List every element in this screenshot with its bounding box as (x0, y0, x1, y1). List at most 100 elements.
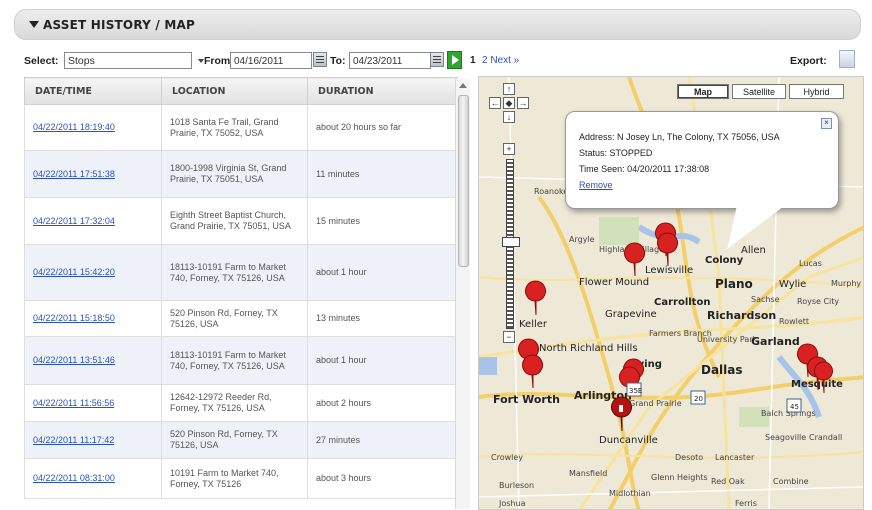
map-label: Desoto (675, 453, 704, 462)
stops-table: DATE/TIME LOCATION DURATION 04/22/2011 1… (24, 77, 458, 499)
datetime-link[interactable]: 04/22/2011 17:51:38 (24, 150, 162, 198)
duration-cell: about 20 hours so far (307, 104, 458, 151)
map-label: Lucas (799, 259, 822, 268)
location-cell: 1018 Santa Fe Trail, Grand Prairie, TX 7… (161, 104, 308, 151)
map-label: Dallas (701, 363, 743, 377)
map-label: Seagoville (765, 433, 807, 442)
map-label: Lewisville (645, 265, 694, 276)
map-view[interactable]: Map Satellite Hybrid ↑ ← ◆ → ↓ + − Roano… (478, 76, 864, 510)
pan-center-icon[interactable]: ◆ (503, 97, 515, 109)
zoom-out-icon[interactable]: − (503, 331, 515, 343)
map-label: Midlothian (609, 489, 651, 498)
select-dropdown[interactable]: Stops (64, 52, 192, 69)
map-type-satellite-button[interactable]: Satellite (732, 84, 786, 99)
datetime-link[interactable]: 04/22/2011 18:19:40 (24, 104, 162, 151)
datetime-link[interactable]: 04/22/2011 11:17:42 (24, 421, 162, 459)
map-label: Red Oak (711, 477, 745, 486)
map-label: Richardson (707, 309, 777, 322)
collapse-triangle-icon[interactable] (29, 21, 39, 28)
filter-toolbar: Select: Stops From: 04/16/2011 To: 04/23… (24, 50, 864, 72)
calendar-icon[interactable] (430, 52, 444, 67)
duration-cell: about 1 hour (307, 336, 458, 385)
duration-cell: about 1 hour (307, 244, 458, 301)
map-label: Highland Village (599, 245, 665, 254)
map-label: Royse City (797, 297, 840, 306)
export-label: Export: (790, 55, 827, 67)
stops-table-container: DATE/TIME LOCATION DURATION 04/22/2011 1… (24, 77, 471, 510)
popup-remove-link[interactable]: Remove (579, 180, 613, 190)
datetime-link[interactable]: 04/22/2011 15:18:50 (24, 300, 162, 337)
location-cell: 18113-10191 Farm to Market 740, Forney, … (161, 336, 308, 385)
duration-cell: 27 minutes (307, 421, 458, 459)
asset-history-panel: ASSET HISTORY / MAP Select: Stops From: … (0, 0, 872, 510)
to-label: To: (330, 55, 346, 67)
map-label: Argyle (569, 235, 595, 244)
map-label: Grapevine (605, 309, 657, 320)
section-title: ASSET HISTORY / MAP (43, 18, 195, 32)
column-header-duration[interactable]: DURATION (307, 77, 458, 105)
map-label: Sachse (751, 295, 780, 304)
current-page: 1 (470, 55, 476, 66)
close-icon[interactable]: × (821, 118, 832, 129)
location-cell: 520 Pinson Rd, Forney, TX 75126, USA (161, 421, 308, 459)
map-info-popup: Address: N Josey Ln, The Colony, TX 7505… (565, 111, 839, 249)
calendar-icon[interactable] (313, 52, 327, 67)
table-row: 04/22/2011 08:31:00 10191 Farm to Market… (24, 458, 458, 499)
table-row: 04/22/2011 11:56:56 12642-12972 Reeder R… (24, 384, 458, 422)
from-date-input[interactable]: 04/16/2011 (230, 52, 312, 69)
map-label: Mansfield (569, 469, 608, 478)
next-page-link[interactable]: 2 Next » (482, 55, 519, 66)
map-label: Ferris (735, 499, 757, 508)
pan-up-icon[interactable]: ↑ (503, 83, 515, 95)
duration-cell: 11 minutes (307, 150, 458, 198)
export-excel-icon[interactable] (839, 50, 855, 68)
location-cell: 12642-12972 Reeder Rd, Forney, TX 75126,… (161, 384, 308, 422)
map-label: Joshua (499, 499, 526, 508)
table-row: 04/22/2011 15:42:20 18113-10191 Farm to … (24, 244, 458, 301)
pan-right-icon[interactable]: → (517, 97, 529, 109)
table-row: 04/22/2011 13:51:46 18113-10191 Farm to … (24, 336, 458, 385)
table-row: 04/22/2011 18:19:40 1018 Santa Fe Trail,… (24, 104, 458, 151)
datetime-link[interactable]: 04/22/2011 13:51:46 (24, 336, 162, 385)
pan-left-icon[interactable]: ← (489, 97, 501, 109)
to-date-input[interactable]: 04/23/2011 (349, 52, 431, 69)
map-label: Wylie (779, 279, 807, 290)
map-type-map-button[interactable]: Map (677, 84, 729, 99)
scrollbar-thumb[interactable] (458, 95, 469, 267)
map-label: Grand Prairie (629, 399, 682, 408)
map-label: Glenn Heights (651, 473, 708, 482)
table-row: 04/22/2011 15:18:50 520 Pinson Rd, Forne… (24, 300, 458, 337)
table-row: 04/22/2011 11:17:42 520 Pinson Rd, Forne… (24, 421, 458, 459)
column-header-datetime[interactable]: DATE/TIME (24, 77, 162, 105)
map-label: Crandall (809, 433, 843, 442)
map-type-hybrid-button[interactable]: Hybrid (789, 84, 844, 99)
section-header[interactable]: ASSET HISTORY / MAP (14, 9, 861, 40)
map-label: Balch Springs (761, 409, 816, 418)
map-label: Flower Mound (579, 277, 650, 288)
datetime-link[interactable]: 04/22/2011 17:32:04 (24, 197, 162, 245)
location-cell: 18113-10191 Farm to Market 740, Forney, … (161, 244, 308, 301)
map-label: Keller (519, 319, 548, 330)
go-button[interactable] (447, 51, 462, 69)
datetime-link[interactable]: 04/22/2011 08:31:00 (24, 458, 162, 499)
duration-cell: 13 minutes (307, 300, 458, 337)
pan-down-icon[interactable]: ↓ (503, 111, 515, 123)
map-label: Lancaster (715, 453, 755, 462)
table-scrollbar[interactable] (455, 79, 470, 509)
map-label: Plano (715, 277, 753, 291)
popup-status: Status: STOPPED (579, 148, 653, 158)
map-label: Carrollton (654, 297, 711, 308)
popup-time-seen: Time Seen: 04/20/2011 17:38:08 (579, 164, 710, 174)
scroll-up-icon[interactable] (459, 83, 467, 88)
column-header-location[interactable]: LOCATION (161, 77, 308, 105)
duration-cell: about 2 hours (307, 384, 458, 422)
datetime-link[interactable]: 04/22/2011 11:56:56 (24, 384, 162, 422)
datetime-link[interactable]: 04/22/2011 15:42:20 (24, 244, 162, 301)
zoom-in-icon[interactable]: + (503, 143, 515, 155)
table-row: 04/22/2011 17:32:04 Eighth Street Baptis… (24, 197, 458, 245)
table-row: 04/22/2011 17:51:38 1800-1998 Virginia S… (24, 150, 458, 198)
location-cell: Eighth Street Baptist Church, Grand Prai… (161, 197, 308, 245)
map-label: Arlington (574, 389, 632, 402)
zoom-slider-handle[interactable] (502, 237, 520, 247)
location-cell: 10191 Farm to Market 740, Forney, TX 751… (161, 458, 308, 499)
